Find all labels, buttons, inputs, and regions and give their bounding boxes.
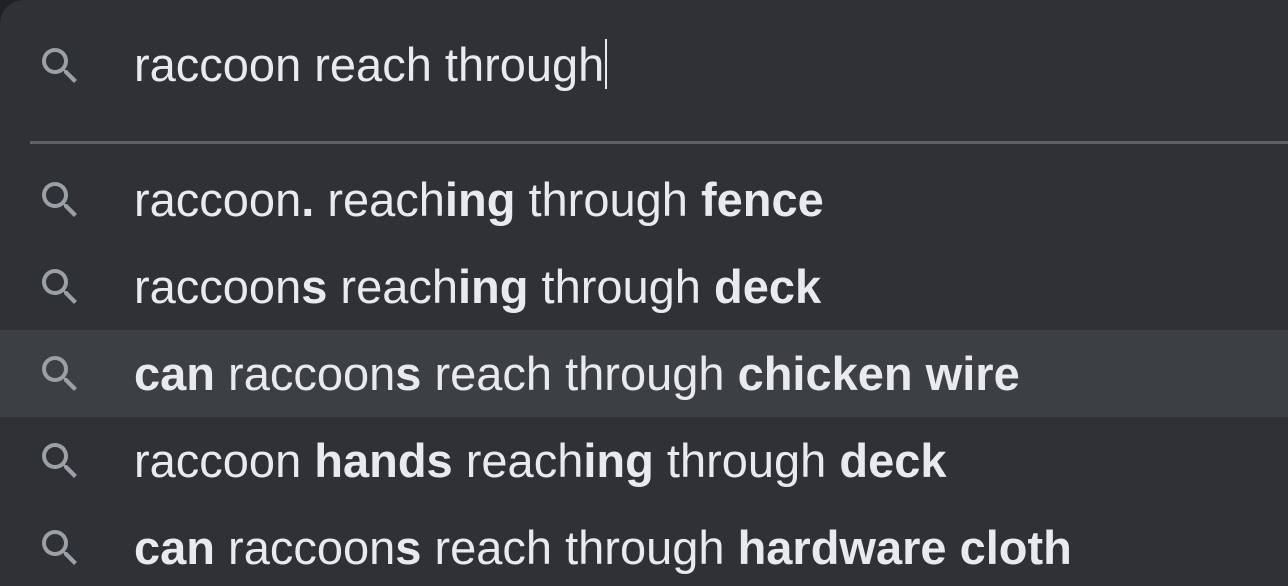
suggestion-bold-part: deck bbox=[839, 434, 947, 487]
suggestion-plain-part: raccoon bbox=[215, 347, 396, 400]
suggestion-bold-part: ing bbox=[583, 434, 654, 487]
search-icon bbox=[36, 524, 84, 572]
suggestion-bold-part: . bbox=[301, 173, 315, 226]
suggestion-bold-part: can bbox=[134, 521, 215, 574]
suggestion-item[interactable]: can raccoons reach through hardware clot… bbox=[0, 504, 1288, 586]
suggestion-text: can raccoons reach through chicken wire bbox=[134, 330, 1020, 417]
suggestion-bold-part: can bbox=[134, 347, 215, 400]
suggestion-item[interactable]: can raccoons reach through chicken wire bbox=[0, 330, 1288, 417]
suggestion-bold-part: deck bbox=[714, 260, 822, 313]
suggestion-plain-part: through bbox=[528, 260, 715, 313]
search-input[interactable]: raccoon reach through bbox=[134, 32, 608, 98]
search-box[interactable]: raccoon reach through bbox=[0, 0, 1288, 130]
suggestion-list: raccoon. reaching through fence raccoons … bbox=[0, 156, 1288, 586]
suggestion-bold-part: s bbox=[301, 260, 328, 313]
search-icon bbox=[36, 42, 84, 90]
suggestion-plain-part: through bbox=[653, 434, 840, 487]
search-suggestions-panel: raccoon reach through raccoon. reaching … bbox=[0, 0, 1288, 586]
text-cursor bbox=[605, 39, 608, 89]
suggestion-text: raccoon hands reaching through deck bbox=[134, 417, 947, 504]
suggestion-text: can raccoons reach through hardware clot… bbox=[134, 504, 1072, 586]
suggestion-plain-part: reach bbox=[327, 260, 458, 313]
suggestion-plain-part: reach bbox=[314, 173, 445, 226]
suggestion-plain-part: reach through bbox=[421, 347, 738, 400]
suggestion-plain-part: raccoon bbox=[134, 434, 315, 487]
search-icon bbox=[36, 437, 84, 485]
search-icon bbox=[36, 263, 84, 311]
suggestion-bold-part: hardware cloth bbox=[737, 521, 1072, 574]
suggestion-plain-part: through bbox=[515, 173, 701, 226]
suggestion-plain-part: reach through bbox=[421, 521, 738, 574]
suggestion-plain-part: raccoon bbox=[134, 260, 302, 313]
suggestion-text: raccoons reaching through deck bbox=[134, 243, 821, 330]
search-icon bbox=[36, 350, 84, 398]
suggestion-plain-part: raccoon bbox=[134, 173, 302, 226]
suggestion-bold-part: s bbox=[395, 521, 422, 574]
search-query-text: raccoon reach through bbox=[134, 38, 605, 91]
suggestion-bold-part: ing bbox=[458, 260, 529, 313]
suggestion-item[interactable]: raccoons reaching through deck bbox=[0, 243, 1288, 330]
suggestion-bold-part: s bbox=[395, 347, 422, 400]
suggestion-plain-part: raccoon bbox=[215, 521, 396, 574]
suggestion-bold-part: fence bbox=[700, 173, 824, 226]
suggestion-text: raccoon. reaching through fence bbox=[134, 156, 824, 243]
search-icon bbox=[36, 176, 84, 224]
suggestion-bold-part: ing bbox=[444, 173, 516, 226]
suggestion-item[interactable]: raccoon hands reaching through deck bbox=[0, 417, 1288, 504]
suggestion-item[interactable]: raccoon. reaching through fence bbox=[0, 156, 1288, 243]
search-divider bbox=[30, 141, 1288, 144]
suggestion-plain-part: reach bbox=[452, 434, 584, 487]
suggestion-bold-part: hands bbox=[314, 434, 453, 487]
suggestion-bold-part: chicken wire bbox=[737, 347, 1020, 400]
